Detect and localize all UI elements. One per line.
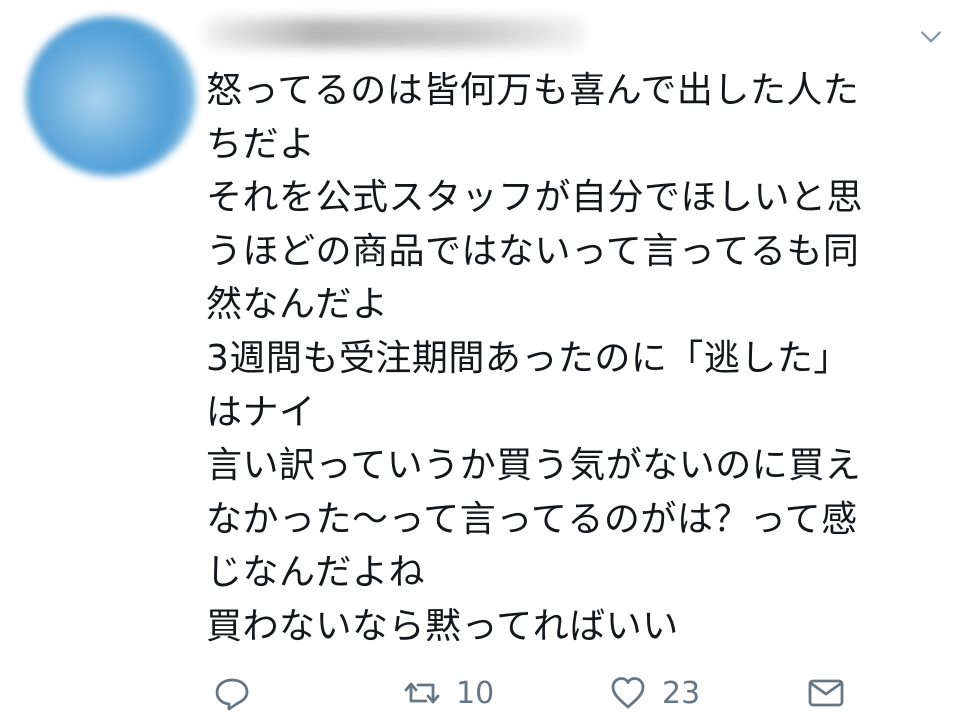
retweet-count: 10 [456, 675, 495, 711]
tweet-card: 怒ってるのは皆何万も喜んで出した人た ちだよ それを公式スタッフが自分でほしいと… [0, 0, 974, 720]
author-name-redacted [205, 18, 585, 48]
tweet-actions: 10 23 [206, 670, 866, 716]
direct-message-button[interactable] [806, 670, 846, 716]
tweet-text-line: 然なんだよ [206, 284, 389, 326]
tweet-text-line: 怒ってるのは皆何万も喜んで出した人た [206, 70, 860, 111]
heart-icon [611, 677, 645, 709]
tweet-text-line: うほどの商品ではないって言ってるも同 [206, 230, 860, 272]
avatar[interactable] [26, 16, 196, 176]
chevron-down-icon[interactable] [918, 24, 944, 50]
tweet-text: 怒ってるのは皆何万も喜んで出した人た ちだよ それを公式スタッフが自分でほしいと… [206, 64, 954, 654]
tweet-text-line: それを公式スタッフが自分でほしいと思 [206, 177, 864, 219]
like-count: 23 [662, 675, 701, 711]
like-button[interactable]: 23 [608, 670, 700, 716]
retweet-button[interactable]: 10 [402, 670, 494, 716]
reply-button[interactable] [212, 670, 252, 716]
tweet-text-line: 3週間も受注期間あったのに「逃した」 [206, 337, 850, 379]
tweet-text-line: じなんだよね [206, 552, 426, 594]
tweet-text-line: ちだよ [206, 123, 316, 165]
envelope-icon [808, 679, 844, 707]
tweet-text-line: 買わないなら黙ってればいい [206, 605, 679, 647]
tweet-text-line: 言い訳っていうか買う気がないのに買え [206, 445, 862, 487]
reply-icon [215, 678, 249, 711]
tweet-text-line: なかった〜って言ってるのがは？って感 [206, 498, 858, 540]
tweet-text-line: はナイ [206, 391, 316, 433]
retweet-icon [404, 682, 440, 704]
